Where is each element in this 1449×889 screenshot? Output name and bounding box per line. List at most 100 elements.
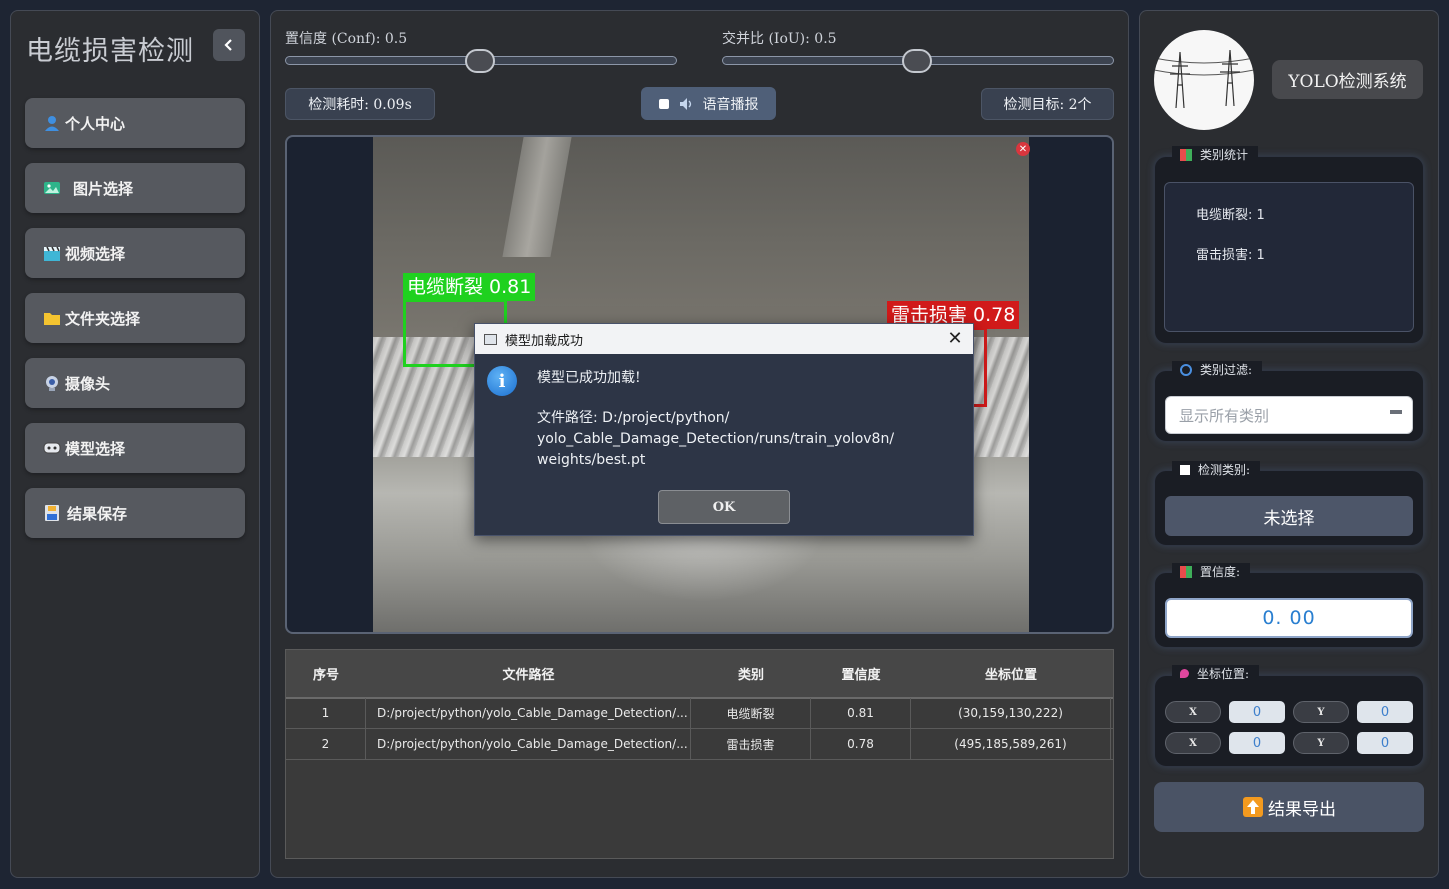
detection-label-cable-break: 电缆断裂 0.81 (403, 273, 536, 301)
power-tower-logo (1154, 30, 1254, 130)
conf-slider-label: 置信度 (Conf): 0.5 (285, 31, 408, 47)
export-results-label: 结果导出 (1268, 799, 1336, 820)
class-stats-box: 电缆断裂: 1 雷击损害: 1 (1164, 182, 1414, 332)
table-cell: D:/project/python/yolo_Cable_Damage_Dete… (366, 698, 691, 728)
sidebar-item-label: 文件夹选择 (65, 309, 141, 328)
table-cell: 0.78 (811, 729, 911, 759)
coordinates-title: 坐标位置: (1172, 665, 1260, 682)
iou-slider-label: 交并比 (IoU): 0.5 (722, 31, 837, 47)
results-table: 序号 文件路径 类别 置信度 坐标位置 1 D:/project/python/… (285, 649, 1114, 859)
dropdown-arrow-icon (1390, 410, 1402, 414)
sidebar: 电缆损害检测 个人中心 图片选择 视频选择 文件夹选择 摄像头 模型选择 结果保… (10, 10, 260, 878)
sidebar-item-label: 视频选择 (65, 244, 126, 263)
window-icon (484, 333, 497, 345)
model-icon (43, 439, 61, 457)
checkbox-icon (1180, 464, 1190, 475)
speaker-icon (679, 97, 695, 111)
collapse-sidebar-button[interactable] (213, 29, 245, 61)
detection-time-text: 检测耗时: 0.09s (308, 97, 412, 113)
dialog-titlebar: 模型加载成功 ✕ (475, 324, 973, 354)
coord-label-ymin: Y (1293, 701, 1349, 723)
system-title: YOLO检测系统 (1272, 60, 1423, 99)
table-header-cell[interactable]: 坐标位置 (911, 650, 1111, 697)
table-cell: D:/project/python/yolo_Cable_Damage_Dete… (366, 729, 691, 759)
dialog-message: 模型已成功加载! (537, 370, 641, 386)
coordinates-title-text: 坐标位置: (1197, 667, 1250, 681)
pole-shape (502, 137, 572, 257)
dialog-path-line: weights/best.pt (537, 452, 646, 468)
class-stats-title: 类别统计 (1172, 146, 1259, 163)
conf-slider-handle[interactable] (465, 49, 495, 73)
table-row[interactable]: 2 D:/project/python/yolo_Cable_Damage_De… (286, 729, 1113, 760)
app-title: 电缆损害检测 (26, 36, 194, 67)
sidebar-item-folder-select[interactable]: 文件夹选择 (25, 293, 245, 343)
search-icon (1180, 363, 1192, 376)
iou-slider-handle[interactable] (902, 49, 932, 73)
dialog-path-line: 文件路径: D:/project/python/ (537, 410, 730, 426)
chart-icon (1180, 148, 1192, 161)
sidebar-item-label: 模型选择 (65, 439, 126, 458)
export-results-button[interactable]: 结果导出 (1154, 782, 1424, 832)
sidebar-item-image-select[interactable]: 图片选择 (25, 163, 245, 213)
dialog-ok-button[interactable]: OK (658, 490, 790, 524)
image-icon (43, 179, 61, 197)
info-icon: i (487, 366, 517, 396)
coord-label-xmin: X (1165, 701, 1221, 723)
detect-class-title-text: 检测类别: (1198, 463, 1251, 477)
class-stats-title-text: 类别统计 (1200, 148, 1249, 162)
class-filter-title-text: 类别过滤: (1200, 363, 1253, 377)
table-cell: 雷击损害 (691, 729, 811, 759)
table-header: 序号 文件路径 类别 置信度 坐标位置 (286, 650, 1113, 699)
sidebar-item-profile[interactable]: 个人中心 (25, 98, 245, 148)
transmission-tower-icon (1154, 49, 1254, 109)
coord-value-ymin[interactable]: 0 (1357, 701, 1413, 723)
detection-target-text: 检测目标: 2个 (1003, 97, 1092, 113)
voice-broadcast-label: 语音播报 (702, 96, 759, 113)
sidebar-item-label: 个人中心 (65, 114, 126, 133)
sidebar-item-video-select[interactable]: 视频选择 (25, 228, 245, 278)
voice-broadcast-toggle[interactable]: 语音播报 (641, 87, 776, 120)
table-header-cell[interactable]: 类别 (691, 650, 811, 697)
close-image-icon[interactable]: ✕ (1016, 142, 1030, 156)
coord-value-xmin[interactable]: 0 (1229, 701, 1285, 723)
coord-value-xmax[interactable]: 0 (1229, 732, 1285, 754)
sidebar-item-model-select[interactable]: 模型选择 (25, 423, 245, 473)
detection-target-count: 检测目标: 2个 (981, 88, 1114, 120)
table-cell: 2 (286, 729, 366, 759)
table-header-cell[interactable]: 序号 (286, 650, 366, 697)
table-header-cell[interactable]: 文件路径 (366, 650, 691, 697)
pin-icon (1180, 669, 1189, 678)
dialog-path-line: yolo_Cable_Damage_Detection/runs/train_y… (537, 431, 895, 447)
save-icon (43, 504, 61, 522)
sidebar-item-save-results[interactable]: 结果保存 (25, 488, 245, 538)
coord-label-xmax: X (1165, 732, 1221, 754)
dialog-file-path: 文件路径: D:/project/python/ yolo_Cable_Dama… (537, 408, 957, 471)
table-cell: 0.81 (811, 698, 911, 728)
dialog-title: 模型加载成功 (505, 333, 584, 349)
table-cell: 电缆断裂 (691, 698, 811, 728)
folder-icon (43, 309, 61, 327)
class-filter-dropdown[interactable]: 显示所有类别 (1165, 396, 1413, 434)
confidence-value-field[interactable]: 0. 00 (1165, 598, 1413, 638)
table-cell: (495,185,589,261) (911, 729, 1111, 759)
dialog-close-button[interactable]: ✕ (945, 328, 965, 349)
sidebar-item-label: 结果保存 (67, 504, 128, 523)
sidebar-item-label: 图片选择 (73, 179, 134, 198)
class-filter-title: 类别过滤: (1172, 361, 1263, 378)
table-header-cell[interactable]: 置信度 (811, 650, 911, 697)
coord-value-ymax[interactable]: 0 (1357, 732, 1413, 754)
detect-class-title: 检测类别: (1172, 461, 1261, 478)
detect-class-button[interactable]: 未选择 (1165, 496, 1413, 536)
user-icon (43, 114, 61, 132)
chevron-left-icon (224, 39, 232, 51)
table-cell: 1 (286, 698, 366, 728)
sidebar-item-label: 摄像头 (65, 374, 111, 393)
voice-checkbox[interactable] (658, 98, 669, 109)
clapper-icon (43, 244, 61, 262)
table-row[interactable]: 1 D:/project/python/yolo_Cable_Damage_De… (286, 698, 1113, 729)
class-filter-value: 显示所有类别 (1179, 406, 1270, 425)
table-cell: (30,159,130,222) (911, 698, 1111, 728)
sidebar-item-camera[interactable]: 摄像头 (25, 358, 245, 408)
upload-icon (1242, 796, 1264, 818)
confidence-title: 置信度: (1172, 563, 1251, 580)
